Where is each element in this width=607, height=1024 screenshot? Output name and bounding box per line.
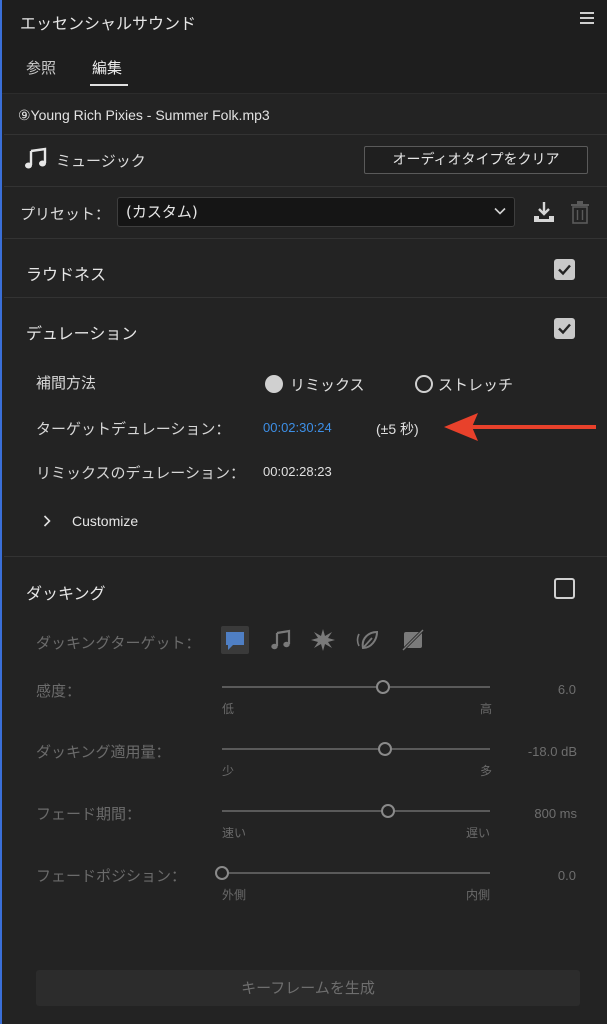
radio-remix[interactable] <box>265 375 283 393</box>
music-note-icon <box>25 147 47 169</box>
method-label: 補間方法 <box>36 374 97 392</box>
checkmark-icon <box>558 264 571 276</box>
fade-duration-slider-thumb[interactable] <box>381 804 396 818</box>
hamburger-menu-icon[interactable] <box>580 12 594 26</box>
fade-position-slider-track[interactable] <box>222 872 490 874</box>
radio-stretch[interactable] <box>415 375 433 393</box>
sensitivity-slider-track[interactable] <box>222 686 490 688</box>
checkmark-icon <box>558 323 571 335</box>
clear-audio-type-button[interactable]: オーディオタイプをクリア <box>364 146 588 174</box>
preset-value: (カスタム) <box>126 203 198 221</box>
ducking-amount-label: ダッキング適用量： <box>36 743 171 761</box>
radio-stretch-label[interactable]: ストレッチ <box>438 374 513 395</box>
fade-position-value[interactable]: 0.0 <box>522 868 576 883</box>
save-preset-icon[interactable] <box>532 200 556 224</box>
fade-position-slider-thumb[interactable] <box>215 866 229 880</box>
preset-label: プリセット： <box>20 205 111 223</box>
ducking-amount-min-label: 少 <box>222 764 235 778</box>
tab-bar: 参照 編集 <box>2 42 607 94</box>
chevron-right-icon[interactable] <box>42 515 52 527</box>
chevron-down-icon <box>494 207 506 215</box>
duration-section-title[interactable]: デュレーション <box>26 320 137 344</box>
sfx-burst-icon[interactable] <box>309 626 337 654</box>
sensitivity-value[interactable]: 6.0 <box>522 682 576 697</box>
fade-position-label: フェードポジション： <box>36 867 187 885</box>
duration-checkbox[interactable] <box>554 318 575 339</box>
fade-duration-label: フェード期間： <box>36 805 142 823</box>
dialogue-bubble-icon[interactable] <box>221 626 249 654</box>
ducking-target-label: ダッキングターゲット： <box>36 634 201 652</box>
audio-type-label: ミュージック <box>56 152 146 170</box>
fade-position-max-label: 内側 <box>466 888 491 902</box>
ducking-checkbox[interactable] <box>554 578 575 599</box>
ducking-amount-slider-track[interactable] <box>222 748 490 750</box>
tab-edit[interactable]: 編集 <box>92 57 122 78</box>
loudness-section-title[interactable]: ラウドネス <box>26 261 106 285</box>
loudness-checkbox[interactable] <box>554 259 575 280</box>
divider <box>4 297 607 298</box>
clip-filename: ⑨Young Rich Pixies - Summer Folk.mp3 <box>18 107 270 123</box>
fade-duration-min-label: 速い <box>222 826 247 840</box>
fade-duration-max-label: 遅い <box>466 826 491 840</box>
red-arrow-annotation <box>444 413 596 441</box>
music-note-icon[interactable] <box>267 626 295 654</box>
preset-dropdown[interactable]: (カスタム) <box>117 197 515 227</box>
fade-duration-slider-track[interactable] <box>222 810 490 812</box>
divider <box>4 556 607 557</box>
tolerance-text: (±5 秒) <box>376 421 419 437</box>
unassigned-clip-icon[interactable] <box>399 626 427 654</box>
remix-duration-value: 00:02:28:23 <box>263 464 332 479</box>
customize-toggle[interactable]: Customize <box>72 513 138 529</box>
panel-title: エッセンシャルサウンド <box>20 14 197 33</box>
panel-titlebar: エッセンシャルサウンド <box>2 0 607 42</box>
ambience-leaf-icon[interactable] <box>355 626 383 654</box>
essential-sound-panel: エッセンシャルサウンド 参照 編集 ⑨Young Rich Pixies - S… <box>0 0 607 1024</box>
ducking-amount-slider-thumb[interactable] <box>378 742 393 756</box>
remix-duration-label: リミックスのデュレーション： <box>36 464 245 482</box>
fade-position-min-label: 外側 <box>222 888 247 902</box>
sensitivity-label: 感度： <box>36 682 82 700</box>
active-tab-indicator <box>90 84 128 86</box>
divider <box>4 134 607 135</box>
trash-icon[interactable] <box>570 200 590 224</box>
fade-duration-value[interactable]: 800 ms <box>507 806 577 821</box>
divider <box>4 186 607 187</box>
sensitivity-slider-thumb[interactable] <box>375 680 390 694</box>
tab-browse[interactable]: 参照 <box>26 57 56 78</box>
ducking-amount-max-label: 多 <box>480 764 493 778</box>
target-duration-value[interactable]: 00:02:30:24 <box>263 420 332 435</box>
ducking-section-title[interactable]: ダッキング <box>26 580 106 604</box>
radio-remix-label[interactable]: リミックス <box>290 374 365 395</box>
generate-keyframes-button[interactable]: キーフレームを生成 <box>36 970 580 1006</box>
target-duration-label: ターゲットデュレーション： <box>36 420 231 438</box>
sensitivity-min-label: 低 <box>222 702 235 716</box>
divider <box>4 238 607 239</box>
ducking-amount-value[interactable]: -18.0 dB <box>507 744 577 759</box>
sensitivity-max-label: 高 <box>480 702 493 716</box>
